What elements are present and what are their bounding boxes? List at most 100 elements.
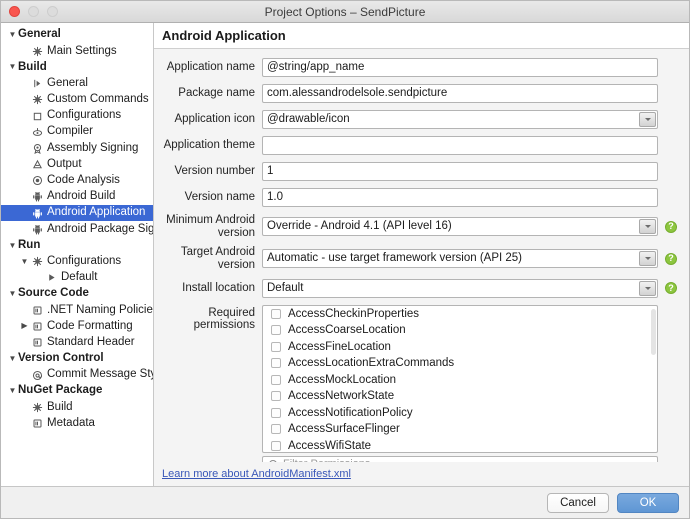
permission-row[interactable]: AccessNotificationPolicy <box>263 405 657 422</box>
permission-row[interactable]: AccessWifiState <box>263 438 657 452</box>
triangle-icon <box>30 159 44 171</box>
window-body: ▼General▼Main Settings▼Build▼General▼Cus… <box>1 23 689 486</box>
sidebar-item-custom-commands[interactable]: ▼Custom Commands <box>1 92 153 108</box>
application-theme-input[interactable] <box>262 136 658 155</box>
sidebar-item-label: NuGet Package <box>18 384 103 397</box>
target-android-version-dropdown[interactable]: Automatic - use target framework version… <box>262 249 658 269</box>
permission-label: AccessCheckinProperties <box>288 307 420 320</box>
control-version-name: 1.0 <box>262 188 677 207</box>
permissions-scrollbar[interactable] <box>651 307 656 451</box>
permission-label: AccessCoarseLocation <box>288 324 406 337</box>
chevron-down-icon[interactable]: ▼ <box>7 387 18 395</box>
permission-label: AccessFineLocation <box>288 340 391 353</box>
permission-checkbox[interactable] <box>271 325 281 336</box>
chevron-down-icon[interactable]: ▼ <box>7 63 18 71</box>
chevron-down-icon[interactable]: ▼ <box>7 31 18 39</box>
version-name-input[interactable]: 1.0 <box>262 188 658 207</box>
sidebar-item-configurations[interactable]: ▼Configurations <box>1 254 153 270</box>
chevron-down-icon[interactable]: ▼ <box>19 257 30 266</box>
sidebar-item-android-build[interactable]: ▼Android Build <box>1 189 153 205</box>
doc-icon <box>30 418 44 430</box>
chevron-down-icon[interactable] <box>639 219 656 235</box>
cancel-button[interactable]: Cancel <box>547 492 609 513</box>
ok-button[interactable]: OK <box>617 492 679 513</box>
help-icon[interactable]: ? <box>665 220 677 233</box>
permission-row[interactable]: AccessNetworkState <box>263 388 657 405</box>
dialog-footer: Cancel OK <box>1 486 689 518</box>
sidebar-item-net-naming-policies[interactable]: ▼.NET Naming Policies <box>1 302 153 318</box>
seal-icon <box>30 142 44 154</box>
sidebar-item-run[interactable]: ▼ Run <box>1 237 153 253</box>
control-version-number: 1 <box>262 162 677 181</box>
sidebar-item-code-analysis[interactable]: ▼Code Analysis <box>1 173 153 189</box>
permissions-list[interactable]: AccessCheckinProperties AccessCoarseLocat… <box>262 304 658 453</box>
sidebar-item-version-control[interactable]: ▼ Version Control <box>1 351 153 367</box>
label-version-name: Version name <box>184 191 255 204</box>
permission-checkbox[interactable] <box>271 440 281 451</box>
filter-permissions-input[interactable]: Filter Permissions <box>262 455 658 462</box>
chevron-right-icon[interactable]: ▶ <box>19 322 30 330</box>
install-location-dropdown[interactable]: Default <box>262 278 658 298</box>
sidebar-item-output[interactable]: ▼Output <box>1 157 153 173</box>
sidebar-item-android-package-signing[interactable]: ▼Android Package Signing <box>1 221 153 237</box>
sidebar-item-android-application[interactable]: ▼Android Application <box>1 205 153 222</box>
permission-checkbox[interactable] <box>271 391 281 402</box>
minimize-window-button[interactable] <box>28 6 39 17</box>
sidebar-item-build[interactable]: ▼Build <box>1 399 153 415</box>
sidebar-item-label: Main Settings <box>47 44 117 57</box>
permission-row[interactable]: AccessLocationExtraCommands <box>263 355 657 372</box>
sidebar-item-compiler[interactable]: ▼Compiler <box>1 124 153 140</box>
permission-checkbox[interactable] <box>271 424 281 435</box>
sidebar-item-build[interactable]: ▼Build <box>1 59 153 75</box>
sidebar-item-configurations[interactable]: ▼Configurations <box>1 108 153 124</box>
permission-row[interactable]: AccessCoarseLocation <box>263 322 657 339</box>
permission-row[interactable]: AccessFineLocation <box>263 339 657 356</box>
sidebar-item-general[interactable]: ▼General <box>1 27 153 43</box>
chevron-down-icon[interactable]: ▼ <box>7 354 18 363</box>
permission-label: AccessMockLocation <box>288 373 397 386</box>
sidebar-item-code-formatting[interactable]: ▶ Code Formatting <box>1 318 153 334</box>
window-controls <box>1 6 58 17</box>
chevron-down-icon[interactable] <box>639 280 656 296</box>
chevron-down-icon[interactable]: ▼ <box>7 241 18 250</box>
sidebar-item-commit-message-style[interactable]: ▼Commit Message Style <box>1 367 153 383</box>
permission-checkbox[interactable] <box>271 358 281 369</box>
field-row-application-name: Application name @string/app_name <box>154 58 677 77</box>
sidebar-item-source-code[interactable]: ▼ Source Code <box>1 286 153 302</box>
help-icon[interactable]: ? <box>665 282 677 295</box>
permission-label: AccessSurfaceFlinger <box>288 423 400 436</box>
permission-row[interactable]: AccessCheckinProperties <box>263 306 657 323</box>
options-sidebar[interactable]: ▼General▼Main Settings▼Build▼General▼Cus… <box>1 23 154 486</box>
sidebar-item-label: Standard Header <box>47 335 135 348</box>
close-window-button[interactable] <box>9 6 20 17</box>
sidebar-item-main-settings[interactable]: ▼Main Settings <box>1 43 153 59</box>
permission-row[interactable]: AccessSurfaceFlinger <box>263 421 657 438</box>
application-icon-value: @drawable/icon <box>267 113 350 125</box>
sidebar-item-nuget-package[interactable]: ▼ NuGet Package <box>1 383 153 399</box>
learn-more-link[interactable]: Learn more about AndroidManifest.xml <box>162 468 351 480</box>
maximize-window-button[interactable] <box>47 6 58 17</box>
label-required-permissions: Required permissions <box>193 306 255 332</box>
application-name-input[interactable]: @string/app_name <box>262 58 658 77</box>
permissions-holder: AccessCheckinProperties AccessCoarseLocat… <box>262 304 677 462</box>
sidebar-item-standard-header[interactable]: ▼Standard Header <box>1 335 153 351</box>
gear-icon <box>30 401 44 413</box>
version-number-input[interactable]: 1 <box>262 162 658 181</box>
minimum-android-version-dropdown[interactable]: Override - Android 4.1 (API level 16) <box>262 217 658 237</box>
chevron-down-icon[interactable] <box>639 112 656 127</box>
sidebar-item-assembly-signing[interactable]: ▼Assembly Signing <box>1 140 153 156</box>
application-icon-dropdown[interactable]: @drawable/icon <box>262 110 658 129</box>
permission-checkbox[interactable] <box>271 308 281 319</box>
help-icon[interactable]: ? <box>665 252 677 265</box>
permission-checkbox[interactable] <box>271 407 281 418</box>
permission-checkbox[interactable] <box>271 341 281 352</box>
chevron-down-icon[interactable]: ▼ <box>7 290 18 298</box>
sidebar-item-metadata[interactable]: ▼Metadata <box>1 416 153 432</box>
label-application-theme: Application theme <box>163 139 255 152</box>
chevron-down-icon[interactable] <box>639 251 656 267</box>
permission-checkbox[interactable] <box>271 374 281 385</box>
sidebar-item-general[interactable]: ▼General <box>1 76 153 92</box>
package-name-input[interactable]: com.alessandrodelsole.sendpicture <box>262 84 658 103</box>
sidebar-item-default[interactable]: ▼Default <box>1 270 153 286</box>
permission-row[interactable]: AccessMockLocation <box>263 372 657 389</box>
